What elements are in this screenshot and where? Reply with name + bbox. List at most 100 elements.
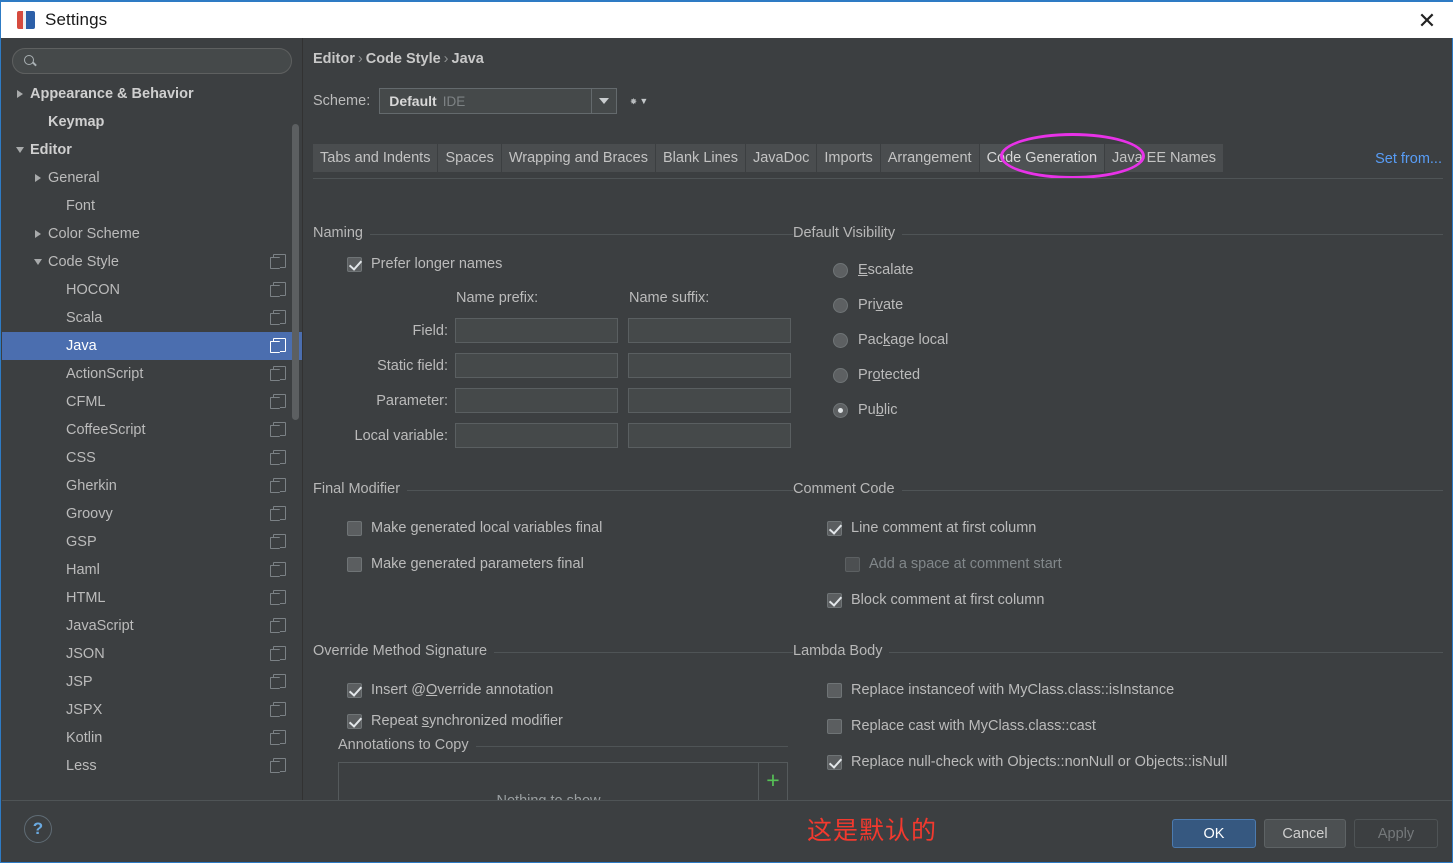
- chevron-right-icon[interactable]: [32, 227, 46, 241]
- copy-scheme-icon[interactable]: [270, 758, 286, 773]
- prefer-longer-names-checkbox[interactable]: Prefer longer names: [347, 256, 502, 272]
- sidebar-item-actionscript[interactable]: ActionScript: [2, 360, 302, 388]
- sidebar-scrollbar[interactable]: [292, 124, 299, 420]
- sidebar-item-scala[interactable]: Scala: [2, 304, 302, 332]
- checkbox-make-generated-parameters-final[interactable]: Make generated parameters final: [347, 556, 584, 572]
- sidebar-item-jsp[interactable]: JSP: [2, 668, 302, 696]
- radio-escalate[interactable]: Escalate: [833, 262, 914, 278]
- tab-javadoc[interactable]: JavaDoc: [745, 144, 818, 172]
- radio-protected[interactable]: Protected: [833, 367, 920, 383]
- breadcrumb-item: Java: [451, 51, 484, 67]
- tab-wrapping-and-braces[interactable]: Wrapping and Braces: [501, 144, 657, 172]
- input-prefix-field[interactable]: [455, 318, 618, 343]
- chevron-right-icon[interactable]: [32, 171, 46, 185]
- sidebar-search[interactable]: [12, 48, 292, 74]
- chevron-down-icon[interactable]: [32, 255, 46, 269]
- input-suffix-static-field[interactable]: [628, 353, 791, 378]
- tab-tabs-and-indents[interactable]: Tabs and Indents: [313, 144, 439, 172]
- tab-blank-lines[interactable]: Blank Lines: [656, 144, 746, 172]
- input-prefix-static-field[interactable]: [455, 353, 618, 378]
- checkbox-block-comment-at-first-column[interactable]: Block comment at first column: [827, 592, 1044, 608]
- copy-scheme-icon[interactable]: [270, 394, 286, 409]
- sidebar-item-hocon[interactable]: HOCON: [2, 276, 302, 304]
- checkbox-repeat-synchronized-modifier[interactable]: Repeat synchronized modifier: [347, 713, 563, 729]
- checkbox-label: Replace null-check with Objects::nonNull…: [851, 754, 1228, 770]
- radio-package-local[interactable]: Package local: [833, 332, 948, 348]
- sidebar-item-json[interactable]: JSON: [2, 640, 302, 668]
- sidebar-item-coffeescript[interactable]: CoffeeScript: [2, 416, 302, 444]
- checkbox-replace-null-check-with-objects-nonnull-or-objec[interactable]: Replace null-check with Objects::nonNull…: [827, 754, 1227, 770]
- radio-icon: [833, 262, 848, 278]
- sidebar-item-javascript[interactable]: JavaScript: [2, 612, 302, 640]
- sidebar-item-editor[interactable]: Editor: [2, 136, 302, 164]
- radio-public[interactable]: Public: [833, 402, 898, 418]
- sidebar-item-java[interactable]: Java: [2, 332, 302, 360]
- sidebar-item-code-style[interactable]: Code Style: [2, 248, 302, 276]
- sidebar-item-appearance-behavior[interactable]: Appearance & Behavior: [2, 80, 302, 108]
- input-suffix-local-variable[interactable]: [628, 423, 791, 448]
- apply-button[interactable]: Apply: [1354, 819, 1438, 848]
- copy-scheme-icon[interactable]: [270, 646, 286, 661]
- copy-scheme-icon[interactable]: [270, 366, 286, 381]
- copy-scheme-icon[interactable]: [270, 534, 286, 549]
- sidebar-item-jspx[interactable]: JSPX: [2, 696, 302, 724]
- sidebar-item-haml[interactable]: Haml: [2, 556, 302, 584]
- sidebar-item-html[interactable]: HTML: [2, 584, 302, 612]
- sidebar-item-general[interactable]: General: [2, 164, 302, 192]
- copy-scheme-icon[interactable]: [270, 422, 286, 437]
- checkbox-make-generated-local-variables-final[interactable]: Make generated local variables final: [347, 520, 602, 536]
- copy-scheme-icon[interactable]: [270, 730, 286, 745]
- ok-button[interactable]: OK: [1172, 819, 1256, 848]
- input-prefix-parameter[interactable]: [455, 388, 618, 413]
- tab-java-ee-names[interactable]: Java EE Names: [1105, 144, 1224, 172]
- sidebar-item-label: Haml: [66, 562, 100, 578]
- checkbox-line-comment-at-first-column[interactable]: Line comment at first column: [827, 520, 1036, 536]
- copy-scheme-icon[interactable]: [270, 506, 286, 521]
- sidebar-item-groovy[interactable]: Groovy: [2, 500, 302, 528]
- copy-scheme-icon[interactable]: [270, 478, 286, 493]
- tab-arrangement[interactable]: Arrangement: [880, 144, 980, 172]
- checkbox-label: Add a space at comment start: [869, 556, 1062, 572]
- checkbox-insert-override-annotation[interactable]: Insert @Override annotation: [347, 682, 553, 698]
- tab-code-generation[interactable]: Code Generation: [979, 144, 1106, 172]
- chevron-down-icon[interactable]: [14, 143, 28, 157]
- help-button[interactable]: ?: [24, 815, 52, 843]
- copy-scheme-icon[interactable]: [270, 618, 286, 633]
- input-suffix-parameter[interactable]: [628, 388, 791, 413]
- sidebar-item-css[interactable]: CSS: [2, 444, 302, 472]
- copy-scheme-icon[interactable]: [270, 254, 286, 269]
- tab-imports[interactable]: Imports: [817, 144, 881, 172]
- chevron-down-icon[interactable]: [591, 89, 617, 113]
- copy-scheme-icon[interactable]: [270, 590, 286, 605]
- tab-spaces[interactable]: Spaces: [438, 144, 502, 172]
- scheme-combobox[interactable]: Default IDE: [379, 88, 618, 114]
- gear-icon[interactable]: ▼: [630, 92, 648, 110]
- close-icon[interactable]: ✕: [1414, 10, 1440, 32]
- input-prefix-local-variable[interactable]: [455, 423, 618, 448]
- copy-scheme-icon[interactable]: [270, 338, 286, 353]
- sidebar-item-color-scheme[interactable]: Color Scheme: [2, 220, 302, 248]
- sidebar-item-keymap[interactable]: Keymap: [2, 108, 302, 136]
- checkbox-replace-cast-with-myclass-class-cast[interactable]: Replace cast with MyClass.class::cast: [827, 718, 1096, 734]
- radio-private[interactable]: Private: [833, 297, 903, 313]
- sidebar-item-less[interactable]: Less: [2, 752, 302, 780]
- copy-scheme-icon[interactable]: [270, 702, 286, 717]
- set-from-link[interactable]: Set from...: [1375, 151, 1442, 167]
- checkbox-replace-instanceof-with-myclass-class-isinstance[interactable]: Replace instanceof with MyClass.class::i…: [827, 682, 1174, 698]
- copy-scheme-icon[interactable]: [270, 310, 286, 325]
- copy-scheme-icon[interactable]: [270, 282, 286, 297]
- sidebar-item-cfml[interactable]: CFML: [2, 388, 302, 416]
- copy-scheme-icon[interactable]: [270, 450, 286, 465]
- sidebar-item-gsp[interactable]: GSP: [2, 528, 302, 556]
- sidebar-item-kotlin[interactable]: Kotlin: [2, 724, 302, 752]
- copy-scheme-icon[interactable]: [270, 674, 286, 689]
- plus-icon[interactable]: +: [759, 767, 787, 793]
- search-input[interactable]: [43, 53, 281, 69]
- chevron-right-icon[interactable]: [14, 87, 28, 101]
- sidebar-item-gherkin[interactable]: Gherkin: [2, 472, 302, 500]
- sidebar-item-font[interactable]: Font: [2, 192, 302, 220]
- copy-scheme-icon[interactable]: [270, 562, 286, 577]
- input-suffix-field[interactable]: [628, 318, 791, 343]
- cancel-button[interactable]: Cancel: [1264, 819, 1346, 848]
- prefer-longer-names-label: Prefer longer names: [371, 256, 503, 272]
